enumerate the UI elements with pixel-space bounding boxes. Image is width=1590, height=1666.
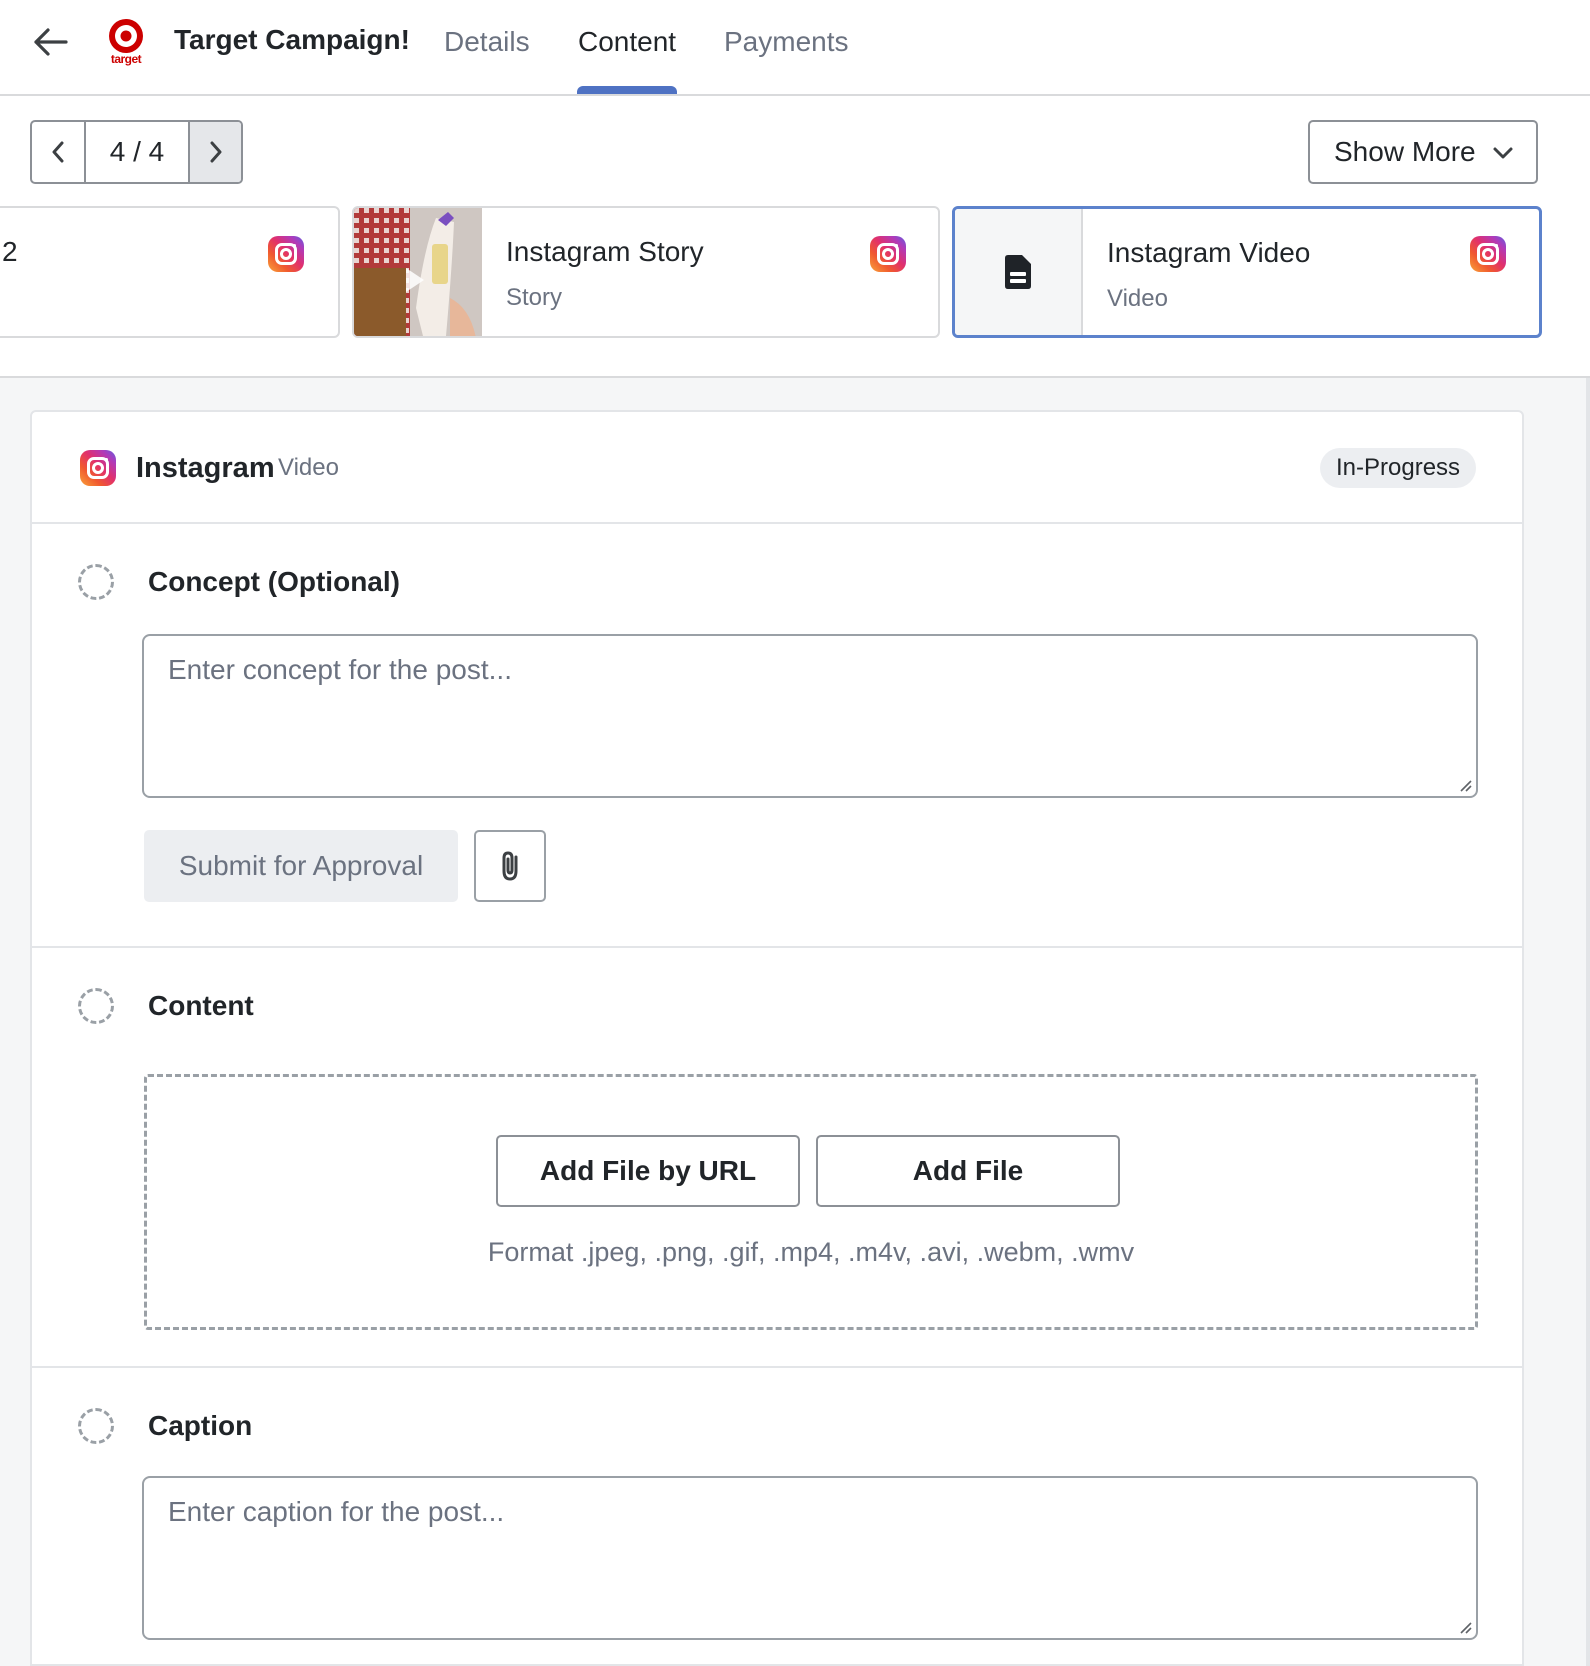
scrollbar-track[interactable] bbox=[1586, 378, 1590, 1666]
instagram-icon bbox=[268, 236, 304, 272]
chevron-left-icon bbox=[52, 141, 64, 163]
document-icon bbox=[1005, 255, 1031, 289]
target-logo-text: target bbox=[110, 52, 142, 66]
add-file-button[interactable]: Add File bbox=[816, 1135, 1120, 1207]
attach-file-button[interactable] bbox=[474, 830, 546, 902]
tab-content[interactable]: Content bbox=[578, 26, 676, 58]
step-pending-icon bbox=[78, 988, 114, 1024]
tab-details[interactable]: Details bbox=[444, 26, 530, 58]
target-logo: target bbox=[104, 16, 148, 68]
active-tab-indicator bbox=[577, 86, 677, 94]
chevron-down-icon bbox=[1493, 147, 1513, 159]
file-dropzone[interactable]: Add File by URL Add File Format .jpeg, .… bbox=[144, 1074, 1478, 1330]
video-thumbnail bbox=[354, 208, 482, 336]
pager-next-button[interactable] bbox=[190, 122, 241, 182]
panel-header: Instagram Video In-Progress bbox=[32, 412, 1522, 524]
show-more-label: Show More bbox=[1334, 136, 1476, 167]
caption-title: Caption bbox=[148, 1410, 253, 1441]
deliverable-card[interactable]: 2 bbox=[0, 206, 340, 338]
deliverable-subtitle: Video bbox=[1107, 285, 1168, 312]
resize-handle-icon[interactable] bbox=[1458, 1620, 1472, 1634]
pager-prev-button[interactable] bbox=[32, 122, 86, 182]
step-pending-icon bbox=[78, 1408, 114, 1444]
instagram-icon bbox=[870, 236, 906, 272]
deliverable-subtitle: Story bbox=[506, 284, 563, 311]
show-more-button[interactable]: Show More bbox=[1308, 120, 1538, 184]
concept-section: Concept (Optional) Submit for Approval bbox=[32, 524, 1522, 948]
submit-for-approval-button[interactable]: Submit for Approval bbox=[144, 830, 458, 902]
platform-type: Video bbox=[278, 454, 339, 481]
deliverable-card[interactable]: Instagram Story Story bbox=[352, 206, 940, 338]
concept-title: Concept (Optional) bbox=[148, 566, 400, 597]
supported-formats-text: Format .jpeg, .png, .gif, .mp4, .m4v, .a… bbox=[487, 1237, 1135, 1267]
platform-name: Instagram bbox=[136, 452, 275, 484]
document-thumbnail bbox=[955, 209, 1083, 335]
deliverable-number: 2 bbox=[2, 236, 18, 267]
pager-count: 4 / 4 bbox=[86, 122, 190, 182]
deliverable-title: Instagram Video bbox=[1107, 237, 1311, 268]
content-section: Content Add File by URL Add File Format … bbox=[32, 948, 1522, 1368]
tab-payments[interactable]: Payments bbox=[724, 26, 849, 58]
back-button[interactable] bbox=[28, 22, 72, 62]
step-pending-icon bbox=[78, 564, 114, 600]
add-file-by-url-button[interactable]: Add File by URL bbox=[496, 1135, 800, 1207]
deliverable-pager: 4 / 4 bbox=[30, 120, 243, 184]
deliverable-card-selected[interactable]: Instagram Video Video bbox=[952, 206, 1542, 338]
chevron-right-icon bbox=[210, 141, 221, 163]
caption-input[interactable] bbox=[142, 1476, 1478, 1640]
status-badge: In-Progress bbox=[1320, 448, 1477, 488]
caption-section: Caption bbox=[32, 1368, 1522, 1666]
instagram-icon bbox=[1470, 236, 1506, 272]
deliverable-title: Instagram Story bbox=[506, 236, 704, 267]
concept-input[interactable] bbox=[142, 634, 1478, 798]
campaign-title: Target Campaign! bbox=[174, 24, 410, 55]
paperclip-icon bbox=[502, 851, 518, 881]
deliverable-panel: Instagram Video In-Progress Concept (Opt… bbox=[30, 410, 1524, 1666]
content-title: Content bbox=[148, 990, 254, 1021]
instagram-icon bbox=[80, 450, 116, 486]
arrow-left-icon bbox=[34, 28, 68, 56]
resize-handle-icon[interactable] bbox=[1458, 778, 1472, 792]
top-header: target Target Campaign! Details Content … bbox=[0, 0, 1590, 96]
